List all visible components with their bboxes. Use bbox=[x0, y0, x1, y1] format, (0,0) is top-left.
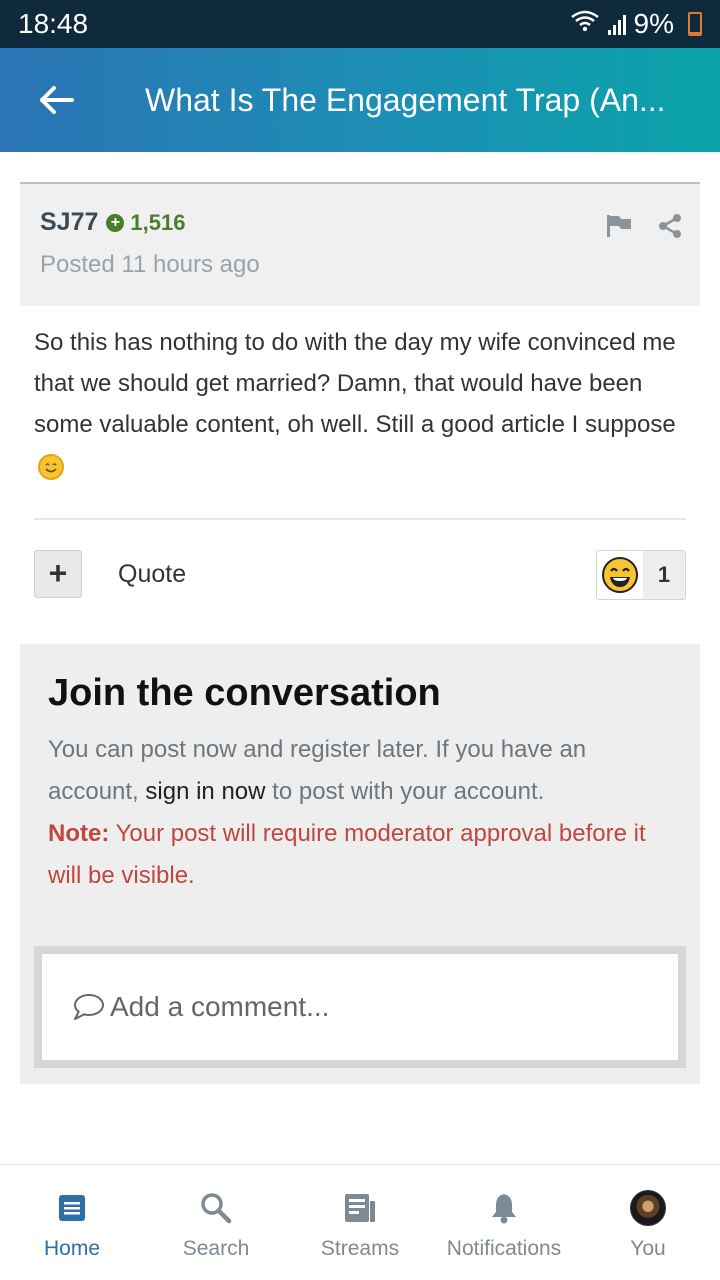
nav-search-label: Search bbox=[182, 1237, 250, 1260]
reputation-count: 1,516 bbox=[130, 209, 186, 235]
nav-notifications-label: Notifications bbox=[446, 1237, 562, 1260]
page-title: What Is The Engagement Trap (An... bbox=[145, 81, 666, 118]
reaction-count: 1 bbox=[643, 551, 685, 599]
back-button[interactable] bbox=[0, 48, 112, 152]
status-indicators: 9% bbox=[570, 8, 702, 40]
post-timestamp: Posted 11 hours ago bbox=[40, 251, 260, 278]
wifi-icon bbox=[570, 8, 600, 40]
nav-you[interactable]: You bbox=[576, 1165, 720, 1280]
share-icon[interactable] bbox=[658, 214, 682, 243]
avatar bbox=[630, 1190, 666, 1226]
join-title: Join the conversation bbox=[48, 672, 441, 714]
quote-button[interactable]: Quote bbox=[118, 560, 186, 589]
status-bar: 18:48 9% bbox=[0, 0, 720, 48]
post-content: So this has nothing to do with the day m… bbox=[20, 306, 700, 486]
battery-percent: 9% bbox=[633, 8, 674, 39]
add-comment-field[interactable]: Add a comment... bbox=[34, 946, 686, 1068]
multiquote-button[interactable]: + bbox=[34, 550, 82, 598]
app-header: What Is The Engagement Trap (An... bbox=[0, 48, 720, 152]
bell-icon bbox=[490, 1189, 518, 1227]
join-conversation-box: Join the conversation You can post now a… bbox=[20, 644, 700, 1084]
note-label: Note: bbox=[48, 820, 110, 847]
post-text: So this has nothing to do with the day m… bbox=[34, 329, 676, 438]
post-action-row: + Quote 1 bbox=[20, 520, 700, 624]
comment-bubble-icon bbox=[72, 993, 104, 1021]
avatar-wrapper bbox=[630, 1189, 666, 1227]
back-arrow-icon bbox=[40, 86, 74, 114]
bottom-navigation: Home Search Streams Notifications You bbox=[0, 1164, 720, 1280]
author-name[interactable]: SJ77 bbox=[40, 208, 98, 237]
laugh-emoji-icon bbox=[597, 551, 643, 599]
reputation-badge: + 1,516 bbox=[106, 210, 185, 236]
note-text: Your post will require moderator approva… bbox=[48, 820, 646, 889]
nav-notifications[interactable]: Notifications bbox=[432, 1165, 576, 1280]
streams-icon bbox=[344, 1189, 376, 1227]
reaction-button[interactable]: 1 bbox=[596, 550, 686, 600]
home-icon bbox=[58, 1189, 86, 1227]
plus-circle-icon: + bbox=[106, 213, 125, 232]
nav-home[interactable]: Home bbox=[0, 1165, 144, 1280]
signal-icon bbox=[607, 13, 626, 35]
join-text-end: to post with your account. bbox=[272, 778, 545, 805]
nav-streams[interactable]: Streams bbox=[288, 1165, 432, 1280]
nav-home-label: Home bbox=[43, 1237, 101, 1260]
post-actions bbox=[606, 214, 682, 243]
nav-streams-label: Streams bbox=[320, 1237, 400, 1260]
flag-icon[interactable] bbox=[606, 214, 632, 243]
sign-in-link[interactable]: sign in now bbox=[145, 778, 265, 805]
nav-you-label: You bbox=[630, 1237, 666, 1260]
battery-icon bbox=[688, 12, 702, 36]
smile-emoji-icon bbox=[38, 453, 64, 480]
status-time: 18:48 bbox=[18, 8, 89, 39]
comment-placeholder: Add a comment... bbox=[110, 991, 330, 1022]
join-description: You can post now and register later. If … bbox=[48, 729, 672, 813]
post-header: SJ77 + 1,516 Posted 11 hours ago bbox=[20, 182, 700, 306]
search-icon bbox=[200, 1189, 232, 1227]
moderation-note: Note: Your post will require moderator a… bbox=[48, 813, 672, 897]
nav-search[interactable]: Search bbox=[144, 1165, 288, 1280]
post-card: SJ77 + 1,516 Posted 11 hours ago So this… bbox=[20, 182, 700, 624]
